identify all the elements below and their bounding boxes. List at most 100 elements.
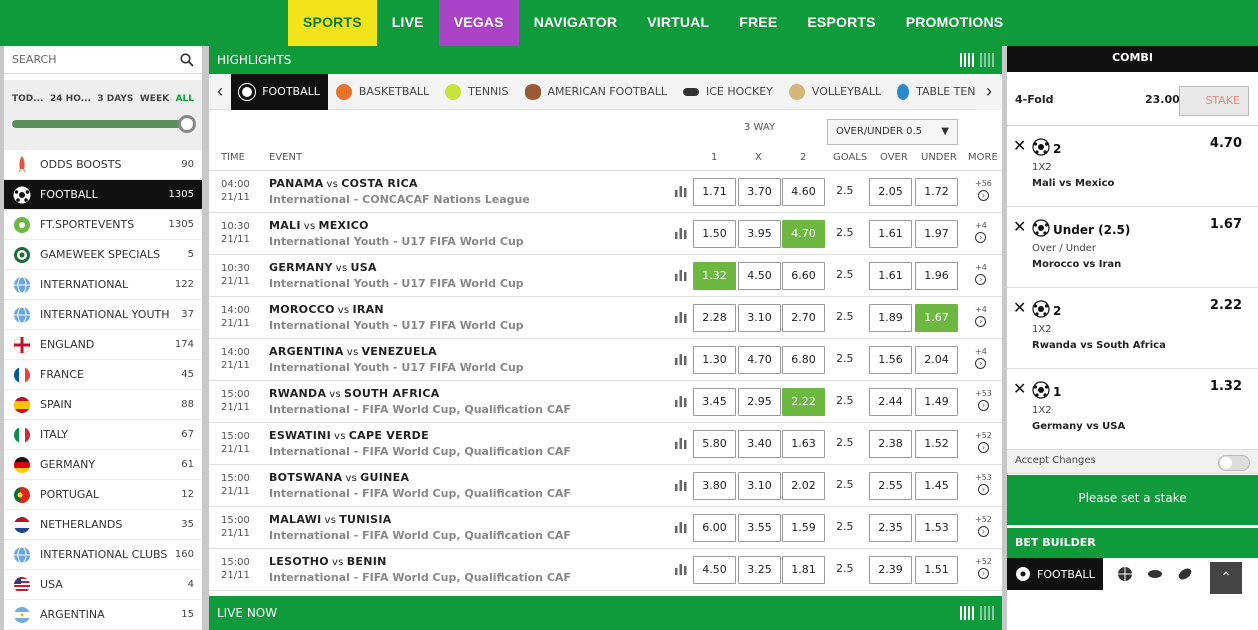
more-markets[interactable]: +52 › <box>975 556 992 580</box>
event-teams[interactable]: MOROCCO vs IRAN <box>269 303 384 316</box>
odds-button-under[interactable]: 1.52 <box>915 430 958 458</box>
nav-vegas[interactable]: VEGAS <box>438 0 519 46</box>
odds-button-o1[interactable]: 4.50 <box>693 556 736 584</box>
event-row[interactable]: 15:00 21/11 LESOTHO vs BENIN International … <box>209 549 1002 591</box>
nav-live[interactable]: LIVE <box>377 0 439 46</box>
sidebar-item-france[interactable]: FRANCE 45 <box>4 360 202 390</box>
stats-icon[interactable] <box>675 185 687 197</box>
event-teams[interactable]: GERMANY vs USA <box>269 261 377 274</box>
place-bet-button[interactable]: Please set a stake <box>1007 475 1258 525</box>
odds-button-ox[interactable]: 3.95 <box>738 220 781 248</box>
odds-button-o1[interactable]: 2.28 <box>693 304 736 332</box>
odds-button-ox[interactable]: 3.40 <box>738 430 781 458</box>
scroll-to-top-button[interactable]: ⌃ <box>1210 562 1242 594</box>
event-row[interactable]: 15:00 21/11 ESWATINI vs CAPE VERDE Internat… <box>209 423 1002 465</box>
odds-button-ox[interactable]: 3.55 <box>738 514 781 542</box>
view-list-icon[interactable] <box>980 606 994 620</box>
sidebar-item-international-youth[interactable]: INTERNATIONAL YOUTH 37 <box>4 300 202 330</box>
odds-button-over[interactable]: 1.89 <box>869 304 912 332</box>
remove-selection-icon[interactable]: ✕ <box>1013 217 1026 236</box>
nav-sports[interactable]: SPORTS <box>288 0 377 46</box>
odds-button-o2[interactable]: 4.60 <box>782 178 825 206</box>
odds-button-o2[interactable]: 1.63 <box>782 430 825 458</box>
tabs-left-arrow[interactable]: ‹ <box>209 81 231 102</box>
odds-button-under[interactable]: 1.51 <box>915 556 958 584</box>
odds-button-o2[interactable]: 1.81 <box>782 556 825 584</box>
stats-icon[interactable] <box>675 311 687 323</box>
odds-button-under[interactable]: 1.96 <box>915 262 958 290</box>
event-teams[interactable]: MALI vs MEXICO <box>269 219 369 232</box>
sidebar-item-spain[interactable]: SPAIN 88 <box>4 390 202 420</box>
basketball-icon[interactable] <box>1117 566 1133 582</box>
sidebar-item-argentina[interactable]: ARGENTINA 15 <box>4 600 202 630</box>
odds-button-o1[interactable]: 3.45 <box>693 388 736 416</box>
more-markets[interactable]: +53 › <box>975 472 992 496</box>
more-markets[interactable]: +56 › <box>975 178 992 202</box>
sidebar-item-ft-sportevents[interactable]: FT.SPORTEVENTS 1305 <box>4 210 202 240</box>
accept-changes-toggle[interactable] <box>1218 455 1250 471</box>
remove-selection-icon[interactable]: ✕ <box>1013 136 1026 155</box>
remove-selection-icon[interactable]: ✕ <box>1013 298 1026 317</box>
search-icon[interactable] <box>180 52 194 67</box>
odds-button-under[interactable]: 1.67 <box>915 304 958 332</box>
view-compact-icon[interactable] <box>960 606 974 620</box>
stats-icon[interactable] <box>675 437 687 449</box>
event-row[interactable]: 15:00 21/11 MALAWI vs TUNISIA International… <box>209 507 1002 549</box>
odds-button-o2[interactable]: 4.70 <box>782 220 825 248</box>
search-input[interactable]: SEARCH <box>4 46 202 74</box>
odds-button-o2[interactable]: 6.60 <box>782 262 825 290</box>
sidebar-item-england[interactable]: ENGLAND 174 <box>4 330 202 360</box>
sidebar-item-portugal[interactable]: PORTUGAL 12 <box>4 480 202 510</box>
stats-icon[interactable] <box>675 227 687 239</box>
betslip-combi-tab[interactable]: COMBI <box>1007 46 1258 72</box>
more-markets[interactable]: +4 › <box>975 304 987 328</box>
odds-button-over[interactable]: 2.55 <box>869 472 912 500</box>
odds-button-o1[interactable]: 6.00 <box>693 514 736 542</box>
odds-button-over[interactable]: 2.05 <box>869 178 912 206</box>
slider-handle[interactable] <box>178 115 196 133</box>
more-markets[interactable]: +53 › <box>975 388 992 412</box>
odds-button-o2[interactable]: 2.70 <box>782 304 825 332</box>
odds-button-o1[interactable]: 5.80 <box>693 430 736 458</box>
more-markets[interactable]: +4 › <box>975 262 987 286</box>
period-3days[interactable]: 3 DAYS <box>97 94 133 104</box>
nav-promotions[interactable]: PROMOTIONS <box>891 0 1019 46</box>
odds-button-over[interactable]: 2.38 <box>869 430 912 458</box>
sidebar-item-germany[interactable]: GERMANY 61 <box>4 450 202 480</box>
odds-button-over[interactable]: 1.61 <box>869 220 912 248</box>
odds-button-under[interactable]: 1.49 <box>915 388 958 416</box>
stats-icon[interactable] <box>675 521 687 533</box>
more-markets[interactable]: +52 › <box>975 514 992 538</box>
odds-button-o1[interactable]: 1.30 <box>693 346 736 374</box>
odds-button-o1[interactable]: 1.71 <box>693 178 736 206</box>
nav-virtual[interactable]: VIRTUAL <box>632 0 724 46</box>
odds-button-ox[interactable]: 3.10 <box>738 304 781 332</box>
more-markets[interactable]: +4 › <box>975 220 987 244</box>
odds-button-under[interactable]: 1.45 <box>915 472 958 500</box>
odds-button-o2[interactable]: 2.22 <box>782 388 825 416</box>
odds-button-o1[interactable]: 1.50 <box>693 220 736 248</box>
sidebar-item-italy[interactable]: ITALY 67 <box>4 420 202 450</box>
odds-button-o2[interactable]: 2.02 <box>782 472 825 500</box>
odds-button-o1[interactable]: 3.80 <box>693 472 736 500</box>
more-markets[interactable]: +52 › <box>975 430 992 454</box>
event-teams[interactable]: PANAMA vs COSTA RICA <box>269 177 418 190</box>
event-row[interactable]: 10:30 21/11 GERMANY vs USA International Yo… <box>209 255 1002 297</box>
period-week[interactable]: WEEK <box>140 94 169 104</box>
over-under-select[interactable]: OVER/UNDER 0.5 ▼ <box>827 119 958 145</box>
sidebar-item-gameweek-specials[interactable]: GAMEWEEK SPECIALS 5 <box>4 240 202 270</box>
bb-tab-football[interactable]: FOOTBALL <box>1007 558 1103 590</box>
odds-button-under[interactable]: 2.04 <box>915 346 958 374</box>
nav-esports[interactable]: ESPORTS <box>792 0 890 46</box>
event-teams[interactable]: RWANDA vs SOUTH AFRICA <box>269 387 440 400</box>
event-row[interactable]: 04:00 21/11 PANAMA vs COSTA RICA Internatio… <box>209 171 1002 213</box>
odds-button-over[interactable]: 1.56 <box>869 346 912 374</box>
odds-button-ox[interactable]: 2.95 <box>738 388 781 416</box>
nav-free[interactable]: FREE <box>724 0 792 46</box>
stake-input[interactable]: STAKE <box>1179 86 1249 116</box>
event-teams[interactable]: MALAWI vs TUNISIA <box>269 513 392 526</box>
american-football-icon[interactable] <box>1177 566 1193 582</box>
period-24h[interactable]: 24 HO... <box>50 94 91 104</box>
sidebar-item-usa[interactable]: USA 4 <box>4 570 202 600</box>
odds-button-o2[interactable]: 6.80 <box>782 346 825 374</box>
